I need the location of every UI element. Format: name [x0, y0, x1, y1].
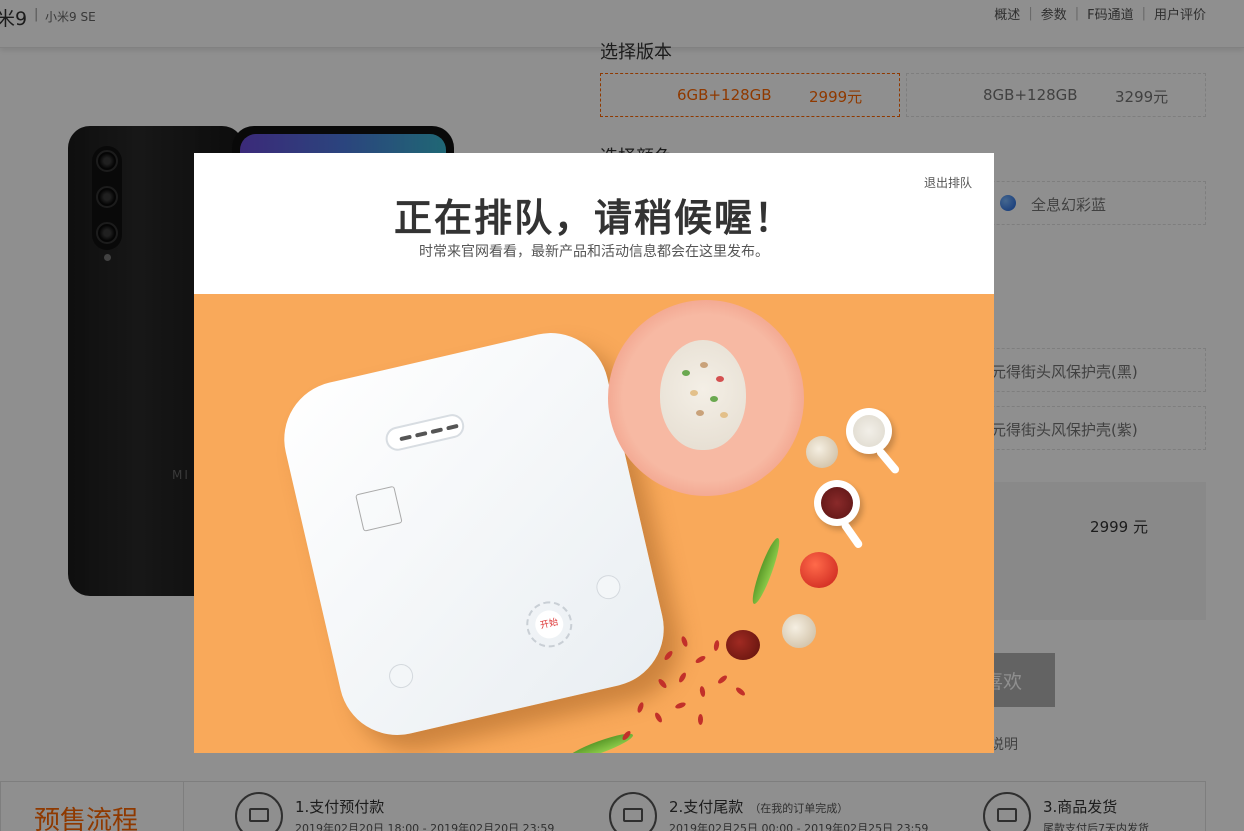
- goji-berry: [677, 671, 688, 684]
- plate: [608, 300, 804, 496]
- modal-title: 正在排队，请稍候喔！: [393, 196, 794, 240]
- goji-berry: [674, 701, 687, 710]
- start-dial: 开始: [521, 596, 577, 652]
- goji-berry: [734, 686, 747, 697]
- queue-modal: 退出排队 正在排队，请稍候喔！ 时常来官网看看，最新产品和活动信息都会在这里发布…: [194, 153, 994, 753]
- steam-vent: [383, 411, 467, 454]
- warning-label: [355, 485, 403, 532]
- goji-berry: [716, 674, 729, 685]
- start-button-graphic: 开始: [532, 607, 567, 642]
- goji-berry: [636, 701, 645, 714]
- goji-berry: [694, 654, 707, 665]
- goji-berry: [680, 635, 689, 648]
- bean-cup: [814, 480, 864, 550]
- rice-cup: [846, 408, 901, 476]
- goji-berry: [713, 639, 720, 652]
- rice-cake: [660, 340, 746, 450]
- cooker-button: [386, 661, 416, 691]
- red-date: [726, 630, 760, 660]
- promo-image: 开始: [194, 294, 994, 753]
- goji-berry: [657, 677, 668, 690]
- modal-subtitle: 时常来官网看看，最新产品和活动信息都会在这里发布。: [419, 244, 769, 260]
- goji-berry: [653, 711, 664, 724]
- mushroom: [806, 436, 838, 468]
- tomato: [800, 552, 838, 588]
- goji-berry: [699, 685, 706, 698]
- mushroom: [782, 614, 816, 648]
- goji-berry: [698, 714, 703, 725]
- goji-berry: [663, 649, 674, 662]
- cooker-button: [594, 572, 623, 602]
- pea-pod: [748, 536, 784, 606]
